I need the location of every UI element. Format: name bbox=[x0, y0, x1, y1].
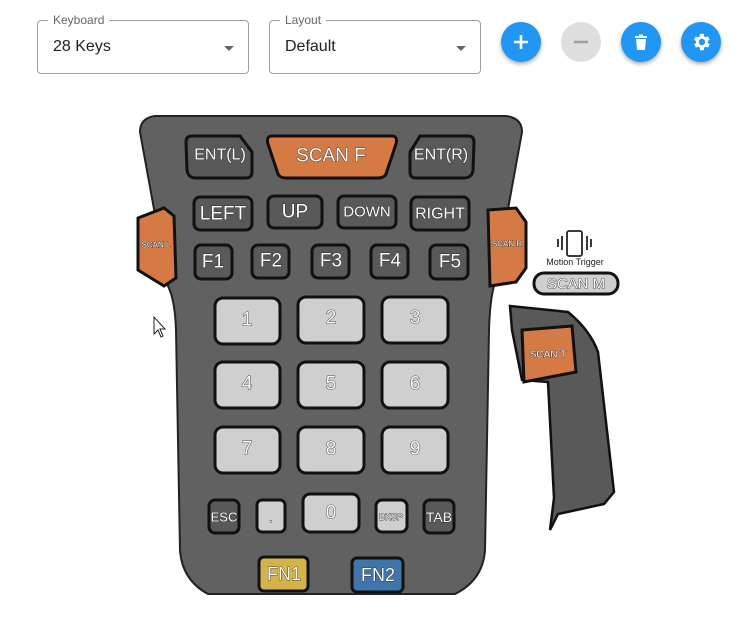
key-label: 3 bbox=[410, 308, 421, 329]
key-label: 4 bbox=[242, 374, 253, 395]
key-label: BKSP bbox=[379, 512, 403, 522]
key-label: 5 bbox=[326, 374, 337, 395]
key-label: 1 bbox=[242, 310, 253, 331]
key-label: F1 bbox=[202, 252, 224, 273]
key-label: 2 bbox=[326, 308, 337, 329]
key-label: 0 bbox=[326, 503, 337, 524]
vibration-icon bbox=[557, 230, 592, 257]
key-label: 9 bbox=[410, 439, 421, 460]
key-label: FN2 bbox=[361, 565, 395, 585]
key-label: SCAN L bbox=[142, 241, 171, 250]
key-label: SCAN R bbox=[492, 240, 522, 249]
key-label: F5 bbox=[439, 252, 461, 273]
key-label: 8 bbox=[326, 439, 337, 460]
key-label: F3 bbox=[320, 251, 342, 272]
key-label: 7 bbox=[242, 439, 253, 460]
key-label: SCAN M bbox=[547, 276, 605, 293]
mouse-cursor-icon bbox=[153, 315, 167, 338]
key-label: RIGHT bbox=[415, 206, 465, 223]
key-label: F4 bbox=[379, 251, 402, 272]
key-label: ENT(R) bbox=[414, 147, 468, 164]
key-label: SCAN T bbox=[530, 350, 567, 361]
key-label: FN1 bbox=[267, 564, 301, 584]
key-label: 6 bbox=[410, 374, 421, 395]
keyboard-diagram: SCAN L SCAN R Motion Trigger SCAN M SCAN… bbox=[136, 115, 620, 595]
key-label: LEFT bbox=[200, 204, 247, 225]
key-label: ENT(L) bbox=[194, 147, 246, 164]
key-label: F2 bbox=[260, 251, 282, 272]
key-label: ESC bbox=[211, 510, 238, 525]
key-label: SCAN F bbox=[296, 146, 366, 167]
motion-trigger-label: Motion Trigger bbox=[546, 257, 604, 267]
key-label: DOWN bbox=[343, 204, 391, 221]
key-label: TAB bbox=[426, 509, 452, 525]
key-label: UP bbox=[282, 202, 308, 223]
key-label: . bbox=[269, 509, 273, 525]
